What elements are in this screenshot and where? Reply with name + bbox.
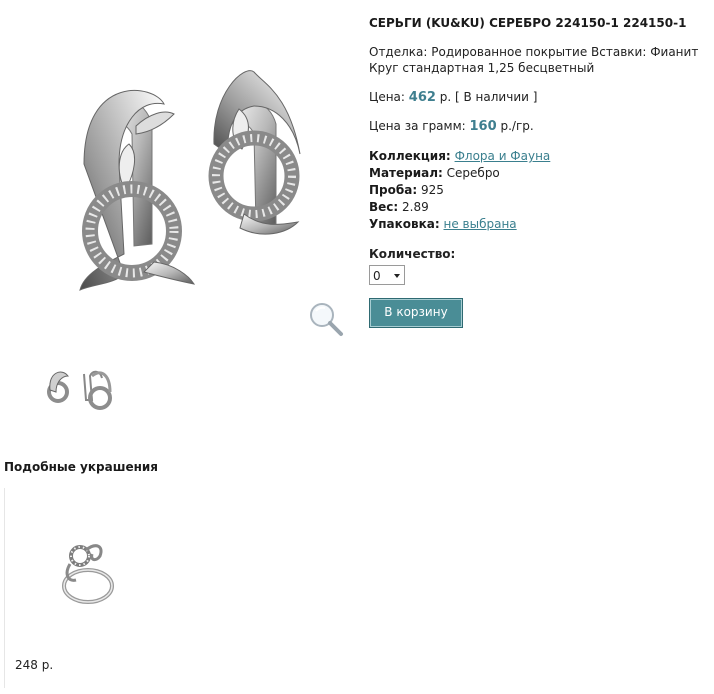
probe-label: Проба:	[369, 183, 418, 197]
collection-row: Коллекция: Флора и Фауна	[369, 148, 709, 165]
quantity-select[interactable]: 0	[369, 265, 405, 285]
collection-label: Коллекция:	[369, 149, 451, 163]
price-per-gram-unit: р./гр.	[500, 119, 534, 133]
package-label: Упаковка:	[369, 217, 440, 231]
product-title: СЕРЬГИ (KU&KU) СЕРЕБРО 224150-1 224150-1	[369, 16, 687, 30]
material-row: Материал: Серебро	[369, 165, 709, 182]
similar-items-title: Подобные украшения	[4, 460, 159, 474]
product-info-panel: СЕРЬГИ (KU&KU) СЕРЕБРО 224150-1 224150-1…	[369, 16, 709, 328]
price-per-gram-label: Цена за грамм:	[369, 119, 466, 133]
availability-status: [ В наличии ]	[455, 90, 538, 104]
package-link[interactable]: не выбрана	[444, 217, 517, 231]
price-per-gram-value: 160	[469, 119, 497, 134]
probe-value: 925	[420, 183, 444, 197]
similar-item-image[interactable]	[56, 534, 118, 608]
material-value: Серебро	[446, 166, 500, 180]
price-per-gram-line: Цена за грамм: 160 р./гр.	[369, 119, 709, 134]
price-value: 462	[408, 90, 436, 105]
collection-link[interactable]: Флора и Фауна	[455, 149, 551, 163]
quantity-label: Количество:	[369, 247, 456, 261]
product-main-image	[14, 14, 344, 338]
weight-row: Вес: 2.89	[369, 199, 709, 216]
price-line: Цена: 462 р. [ В наличии ]	[369, 90, 709, 105]
similar-item-price: 248 р.	[15, 658, 54, 672]
add-to-cart-button[interactable]: В корзину	[369, 298, 463, 328]
magnifier-icon[interactable]	[306, 300, 346, 340]
product-description: Отделка: Родированное покрытие Вставки: …	[369, 45, 699, 75]
probe-row: Проба: 925	[369, 182, 709, 199]
material-label: Материал:	[369, 166, 443, 180]
chevron-down-icon	[394, 274, 400, 278]
package-row: Упаковка: не выбрана	[369, 216, 709, 233]
price-label: Цена:	[369, 90, 405, 104]
weight-value: 2.89	[402, 200, 429, 214]
quantity-value: 0	[373, 269, 381, 283]
product-thumbnail[interactable]	[40, 362, 120, 418]
weight-label: Вес:	[369, 200, 399, 214]
product-properties: Коллекция: Флора и Фауна Материал: Сереб…	[369, 148, 709, 233]
price-unit: р.	[439, 90, 452, 104]
